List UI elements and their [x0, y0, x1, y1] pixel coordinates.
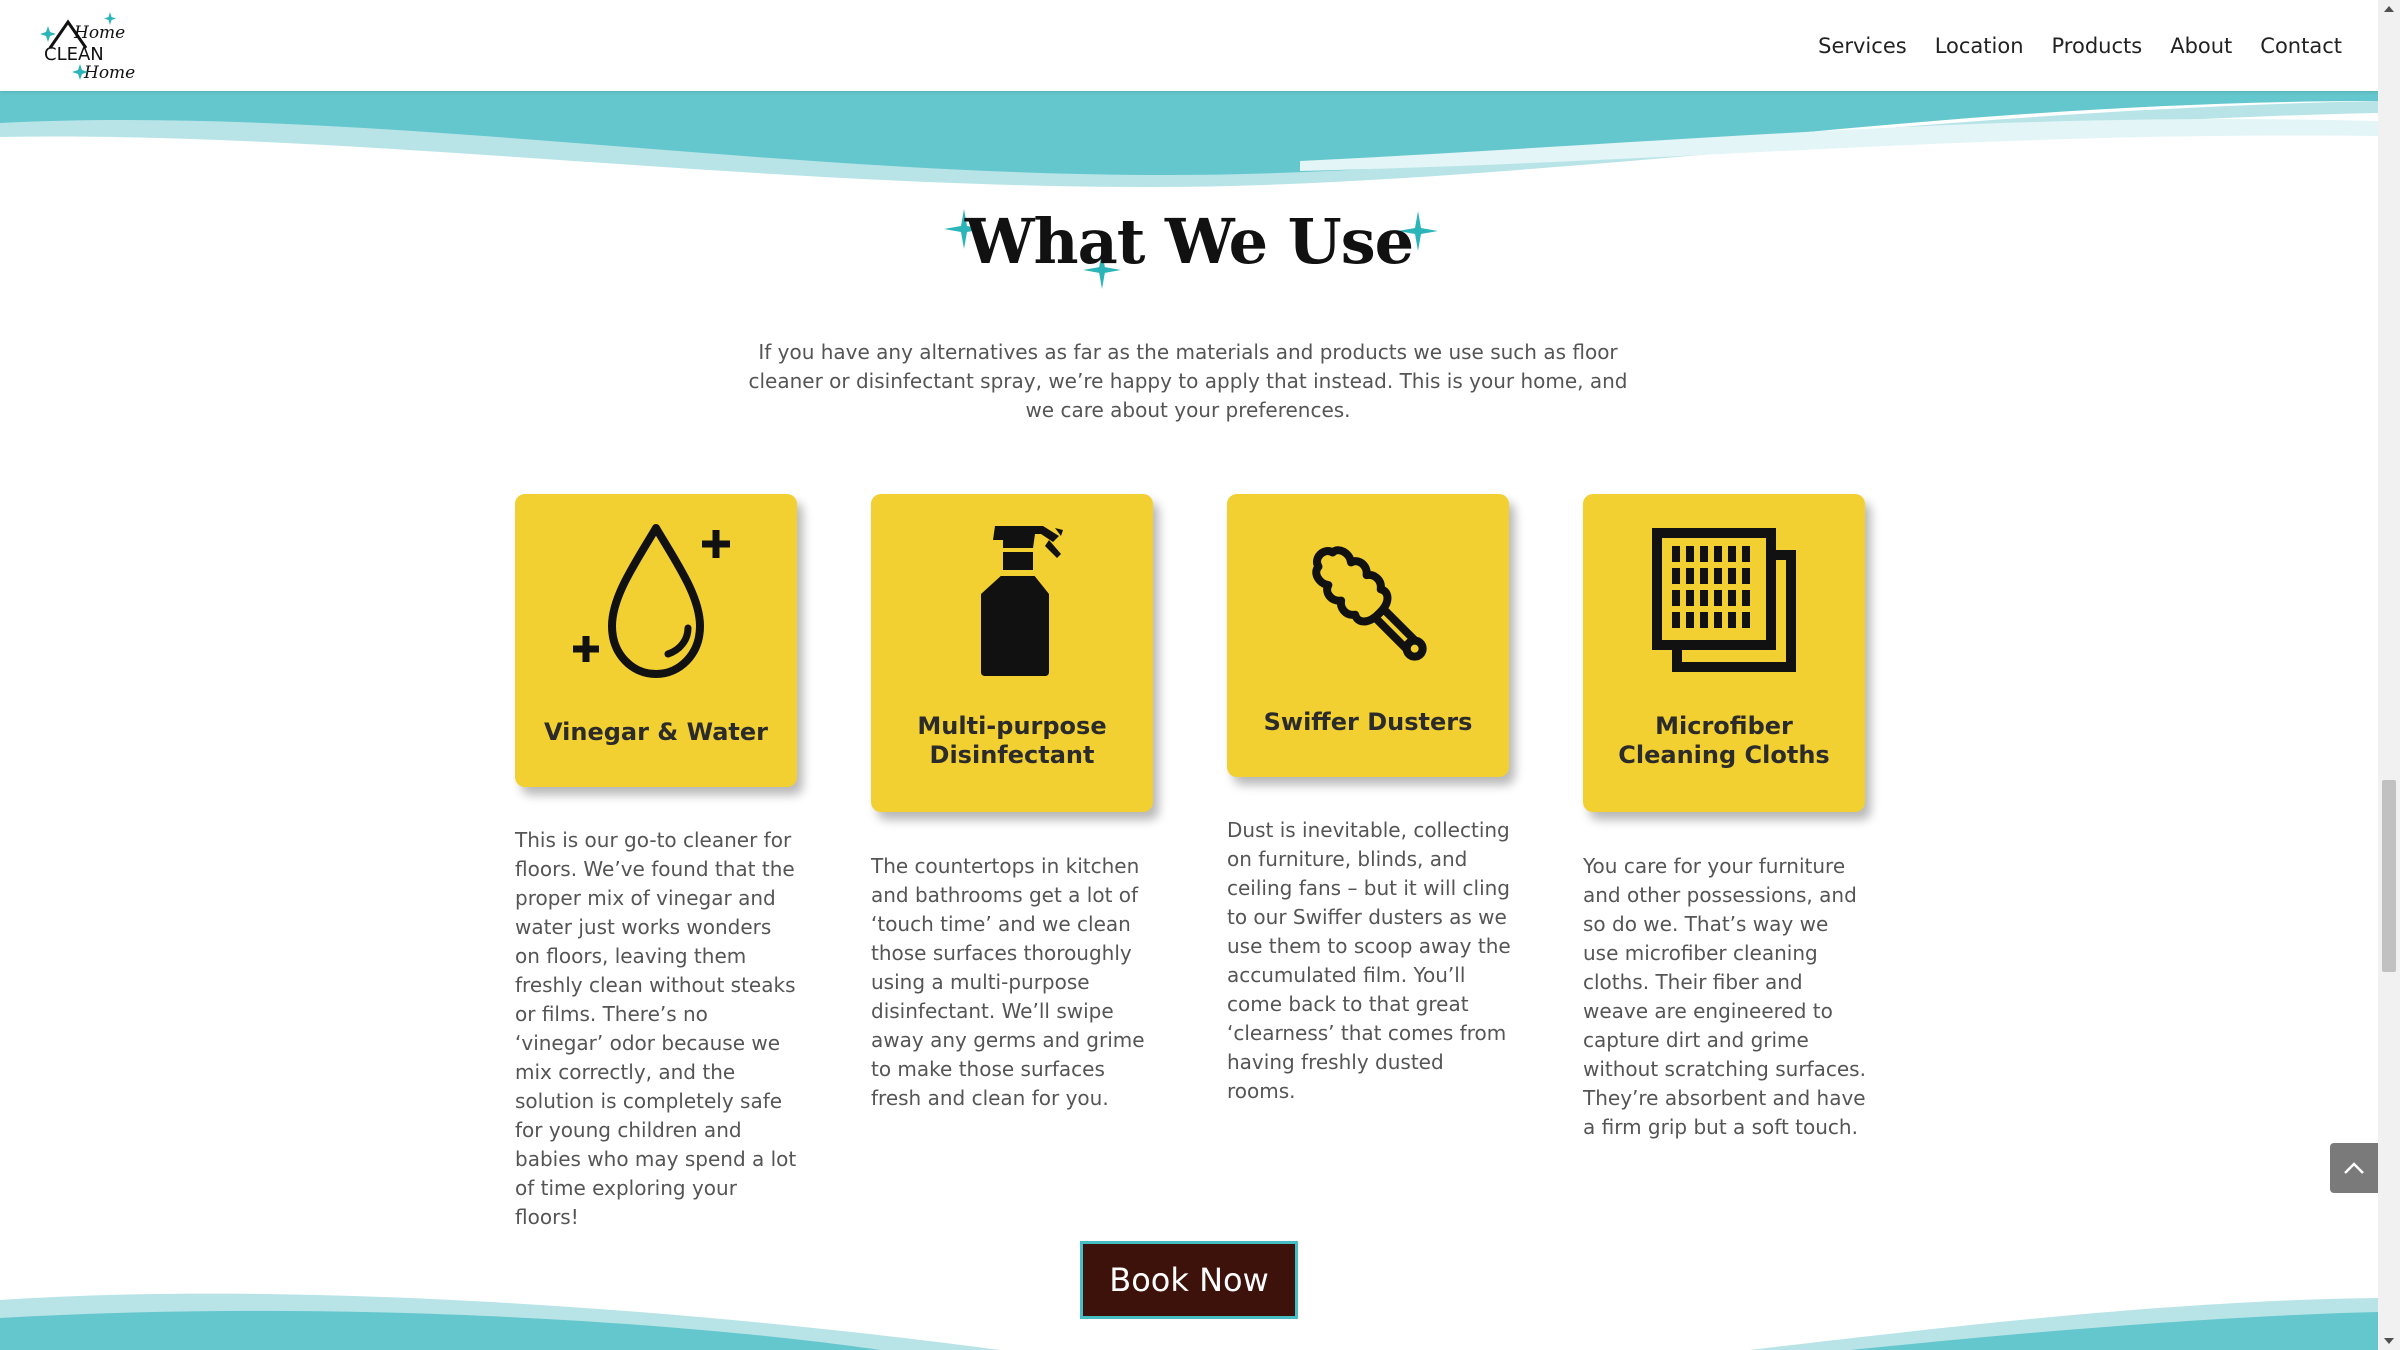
- product-card: Multi-purpose Disinfectant: [871, 494, 1153, 812]
- scroll-down-arrow-icon[interactable]: [2378, 1332, 2400, 1350]
- product-card: Swiffer Dusters: [1227, 494, 1509, 777]
- card-description: The countertops in kitchen and bathrooms…: [871, 854, 1145, 1110]
- card-title: Multi-purpose Disinfectant: [917, 712, 1107, 769]
- section-heading: What We Use: [0, 195, 2378, 295]
- cloth-icon: [1583, 524, 1865, 676]
- page: Home CLEAN Home Services Location Produc…: [0, 0, 2378, 1350]
- top-wave-divider: [0, 91, 2378, 187]
- nav-contact[interactable]: Contact: [2260, 34, 2342, 58]
- duster-icon: [1227, 522, 1509, 682]
- chevron-up-icon: [2344, 1162, 2364, 1174]
- section-intro: If you have any alternatives as far as t…: [748, 340, 1628, 422]
- nav-location[interactable]: Location: [1935, 34, 2024, 58]
- main-nav: Services Location Products About Contact: [1818, 0, 2342, 91]
- nav-about[interactable]: About: [2170, 34, 2232, 58]
- card-description: Dust is inevitable, collecting on furnit…: [1227, 818, 1511, 1103]
- svg-text:Home: Home: [73, 23, 125, 43]
- card-title: Microfiber Cleaning Cloths: [1618, 712, 1830, 769]
- card-title: Vinegar & Water: [544, 718, 768, 746]
- water-drop-icon: [515, 522, 797, 682]
- page-scrollbar[interactable]: [2378, 0, 2400, 1350]
- card-title: Swiffer Dusters: [1263, 708, 1473, 736]
- section-title: What We Use: [964, 205, 1414, 278]
- spray-bottle-icon: [871, 524, 1153, 678]
- product-card: Vinegar & Water: [515, 494, 797, 787]
- card-description: You care for your furniture and other po…: [1583, 854, 1866, 1139]
- nav-services[interactable]: Services: [1818, 34, 1907, 58]
- back-to-top-button[interactable]: [2330, 1143, 2378, 1193]
- svg-text:CLEAN: CLEAN: [44, 44, 104, 65]
- site-logo[interactable]: Home CLEAN Home: [40, 8, 140, 84]
- site-header: Home CLEAN Home Services Location Produc…: [0, 0, 2378, 91]
- scroll-up-arrow-icon[interactable]: [2378, 0, 2400, 18]
- card-description: This is our go-to cleaner for floors. We…: [515, 828, 797, 1229]
- scrollbar-thumb[interactable]: [2382, 780, 2396, 972]
- nav-products[interactable]: Products: [2052, 34, 2143, 58]
- svg-text:Home: Home: [83, 63, 135, 83]
- product-card: Microfiber Cleaning Cloths: [1583, 494, 1865, 812]
- bottom-wave-divider: [0, 1293, 2378, 1350]
